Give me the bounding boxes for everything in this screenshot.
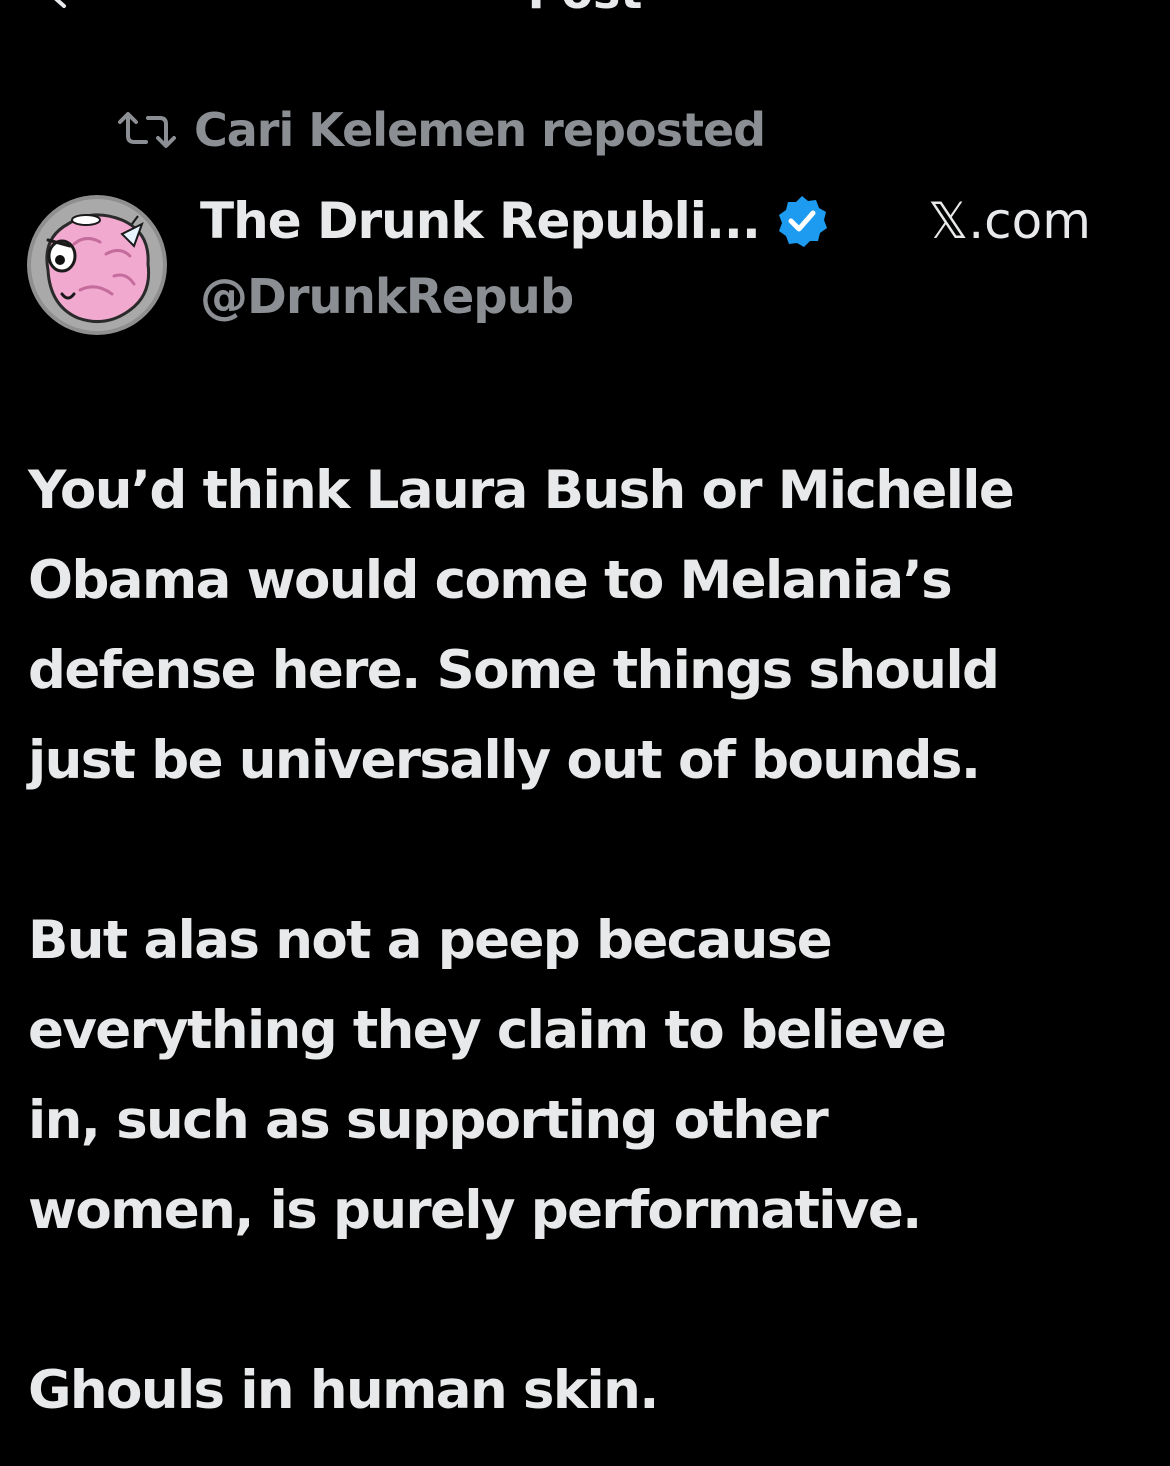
author-name-row[interactable]: The Drunk Republi... [200,190,830,252]
page-title: Post [0,0,1170,20]
source-label: 𝕏.com [928,192,1091,250]
author-handle[interactable]: @DrunkRepub [200,266,574,328]
top-navigation-bar: Post [0,0,1170,20]
post-body: You’d think Laura Bush or Michelle Obama… [28,446,1148,1436]
repost-icon [118,112,176,148]
post-paragraph-2: But alas not a peep because everything t… [28,910,947,1241]
repost-label: Cari Kelemen reposted [194,103,766,157]
avatar[interactable] [26,194,168,336]
post-paragraph-1: You’d think Laura Bush or Michelle Obama… [28,460,1015,791]
verified-badge-icon [778,196,827,247]
author-display-name[interactable]: The Drunk Republi... [200,192,761,250]
post-paragraph-3: Ghouls in human skin. [28,1360,659,1421]
repost-indicator[interactable]: Cari Kelemen reposted [116,102,766,158]
